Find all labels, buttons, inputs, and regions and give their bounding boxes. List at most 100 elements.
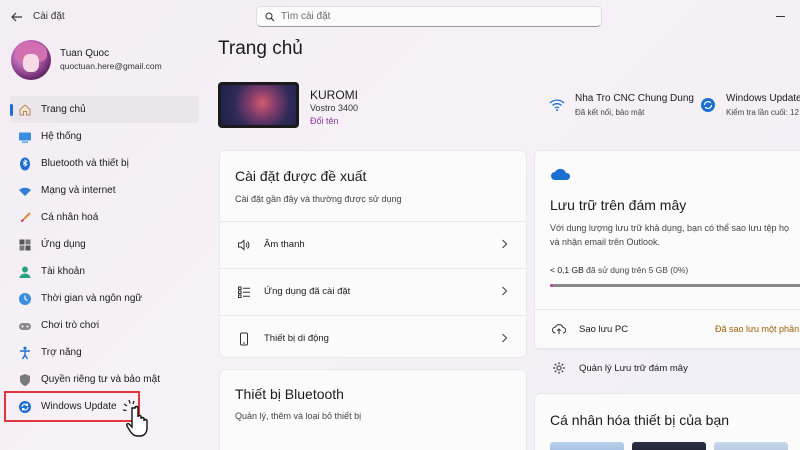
- storage-usage-text: đã sử dụng trên 5 GB (0%): [586, 265, 689, 275]
- sidebar-item-system[interactable]: Hệ thống: [10, 123, 199, 150]
- row-label: Ứng dụng đã cài đặt: [264, 286, 351, 297]
- recommended-row-sound[interactable]: Âm thanh: [220, 221, 526, 267]
- theme-thumbnails: [550, 442, 788, 450]
- cloud-upload-icon: [551, 321, 567, 337]
- rename-link[interactable]: Đổi tên: [310, 116, 339, 126]
- device-name: KUROMI: [310, 88, 358, 102]
- recommended-settings-card: Cài đặt được đề xuất Cài đặt gần đây và …: [219, 150, 527, 358]
- shield-icon: [17, 372, 33, 388]
- bluetooth-icon: [17, 156, 33, 172]
- sidebar-item-label: Cá nhân hoá: [41, 212, 99, 223]
- cloud-storage-description-2: và nhận email trên Outlook.: [550, 237, 661, 247]
- row-label: Thiết bị di động: [264, 333, 329, 344]
- theme-thumbnail[interactable]: [550, 442, 624, 450]
- onedrive-cloud-icon: [551, 168, 571, 180]
- sidebar-nav: Trang chủ Hệ thống Bluetooth và thiết bị…: [4, 96, 199, 422]
- sidebar-item-home[interactable]: Trang chủ: [10, 96, 199, 123]
- sidebar-item-gaming[interactable]: Chơi trò chơi: [10, 312, 199, 339]
- storage-usage: < 0,1 GB đã sử dụng trên 5 GB (0%): [550, 265, 688, 275]
- windows-update-status[interactable]: Windows Update Kiểm tra lần cuối: 12: [700, 93, 800, 119]
- sidebar-item-personalization[interactable]: Cá nhân hoá: [10, 204, 199, 231]
- sidebar-item-bluetooth[interactable]: Bluetooth và thiết bị: [10, 150, 199, 177]
- minimize-button[interactable]: [776, 16, 785, 17]
- manage-cloud-storage-label: Quản lý Lưu trữ đám mây: [579, 362, 688, 374]
- backup-status: Đã sao lưu một phần: [715, 324, 800, 334]
- storage-usage-bar: [550, 284, 800, 287]
- recommended-row-mobile-devices[interactable]: Thiết bị di động: [220, 315, 526, 361]
- theme-thumbnail[interactable]: [632, 442, 706, 450]
- backup-pc-label: Sao lưu PC: [579, 323, 629, 335]
- wifi-name: Nha Tro CNC Chung Dung: [575, 93, 694, 104]
- installed-apps-icon: [236, 284, 252, 300]
- bluetooth-devices-card: Thiết bị Bluetooth Quản lý, thêm và loại…: [219, 369, 527, 450]
- cloud-storage-title: Lưu trữ trên đám mây: [550, 197, 687, 213]
- back-button[interactable]: [8, 8, 26, 26]
- back-arrow-icon: [11, 12, 22, 22]
- wifi-status[interactable]: Nha Tro CNC Chung Dung Đã kết nối, bảo m…: [549, 93, 709, 119]
- gamepad-icon: [17, 318, 33, 334]
- speaker-icon: [236, 237, 252, 253]
- bluetooth-title: Thiết bị Bluetooth: [235, 386, 344, 402]
- hand-cursor-icon: [122, 399, 148, 437]
- windows-update-last-check: Kiểm tra lần cuối: 12: [726, 108, 799, 117]
- user-name: Tuan Quoc: [60, 48, 110, 59]
- windows-update-title: Windows Update: [726, 93, 800, 104]
- search-input[interactable]: [281, 11, 581, 22]
- system-icon: [17, 129, 33, 145]
- personalize-device-card: Cá nhân hóa thiết bị của bạn: [534, 393, 800, 450]
- device-thumbnail: [218, 82, 299, 128]
- cloud-storage-card: Lưu trữ trên đám mây Với dung lượng lưu …: [534, 150, 800, 374]
- accessibility-icon: [17, 345, 33, 361]
- user-email: quoctuan.here@gmail.com: [60, 61, 162, 71]
- recommended-subtitle: Cài đặt gần đây và thường được sử dụng: [235, 194, 402, 204]
- sidebar-item-label: Trợ năng: [41, 347, 82, 358]
- sidebar-item-label: Bluetooth và thiết bị: [41, 158, 129, 169]
- avatar: [11, 40, 51, 80]
- search-icon: [265, 12, 275, 21]
- sidebar-item-label: Hệ thống: [41, 131, 82, 142]
- wifi-icon: [549, 99, 565, 111]
- sidebar-item-privacy[interactable]: Quyền riêng tư và bảo mật: [10, 366, 199, 393]
- sidebar-item-accounts[interactable]: Tài khoản: [10, 258, 199, 285]
- sidebar-item-apps[interactable]: Ứng dụng: [10, 231, 199, 258]
- chevron-right-icon: [502, 286, 508, 296]
- sidebar-item-label: Chơi trò chơi: [41, 320, 100, 331]
- update-sync-icon: [701, 98, 715, 112]
- network-icon: [17, 183, 33, 199]
- theme-thumbnail[interactable]: [714, 442, 788, 450]
- phone-icon: [236, 331, 252, 347]
- sidebar-item-label: Mạng và internet: [41, 185, 116, 196]
- page-title: Trang chủ: [218, 38, 303, 59]
- app-title: Cài đặt: [33, 11, 65, 22]
- account-icon: [17, 264, 33, 280]
- apps-icon: [17, 237, 33, 253]
- personalize-title: Cá nhân hóa thiết bị của bạn: [550, 412, 730, 428]
- row-label: Âm thanh: [264, 239, 305, 250]
- sidebar-item-accessibility[interactable]: Trợ năng: [10, 339, 199, 366]
- title-bar: Cài đặt: [0, 0, 800, 34]
- manage-cloud-storage-row[interactable]: Quản lý Lưu trữ đám mây: [535, 348, 800, 387]
- sidebar-item-label: Trang chủ: [41, 104, 86, 115]
- recommended-title: Cài đặt được đề xuất: [235, 168, 367, 184]
- sidebar-item-label: Tài khoản: [41, 266, 85, 277]
- sidebar-item-time-language[interactable]: Thời gian và ngôn ngữ: [10, 285, 199, 312]
- sidebar-item-label: Windows Update: [41, 401, 117, 412]
- sidebar-item-label: Ứng dụng: [41, 239, 86, 250]
- cloud-storage-description-1: Với dung lượng lưu trữ khả dụng, bạn có …: [550, 223, 790, 233]
- user-profile[interactable]: Tuan Quoc quoctuan.here@gmail.com: [11, 40, 201, 82]
- bluetooth-subtitle: Quản lý, thêm và loại bỏ thiết bị: [235, 411, 362, 421]
- wifi-state: Đã kết nối, bảo mật: [575, 108, 645, 117]
- backup-pc-row[interactable]: Sao lưu PC Đã sao lưu một phần: [535, 309, 800, 348]
- device-info: KUROMI Vostro 3400 Đổi tên: [218, 82, 518, 132]
- chevron-right-icon: [502, 333, 508, 343]
- device-model: Vostro 3400: [310, 103, 359, 113]
- search-box[interactable]: [256, 6, 602, 27]
- chevron-right-icon: [502, 239, 508, 249]
- windows-update-icon: [17, 399, 33, 415]
- sidebar-item-network[interactable]: Mạng và internet: [10, 177, 199, 204]
- brush-icon: [17, 210, 33, 226]
- storage-usage-value: < 0,1 GB: [550, 265, 584, 275]
- sidebar-item-windows-update[interactable]: Windows Update: [4, 391, 140, 422]
- time-language-icon: [17, 291, 33, 307]
- recommended-row-installed-apps[interactable]: Ứng dụng đã cài đặt: [220, 268, 526, 314]
